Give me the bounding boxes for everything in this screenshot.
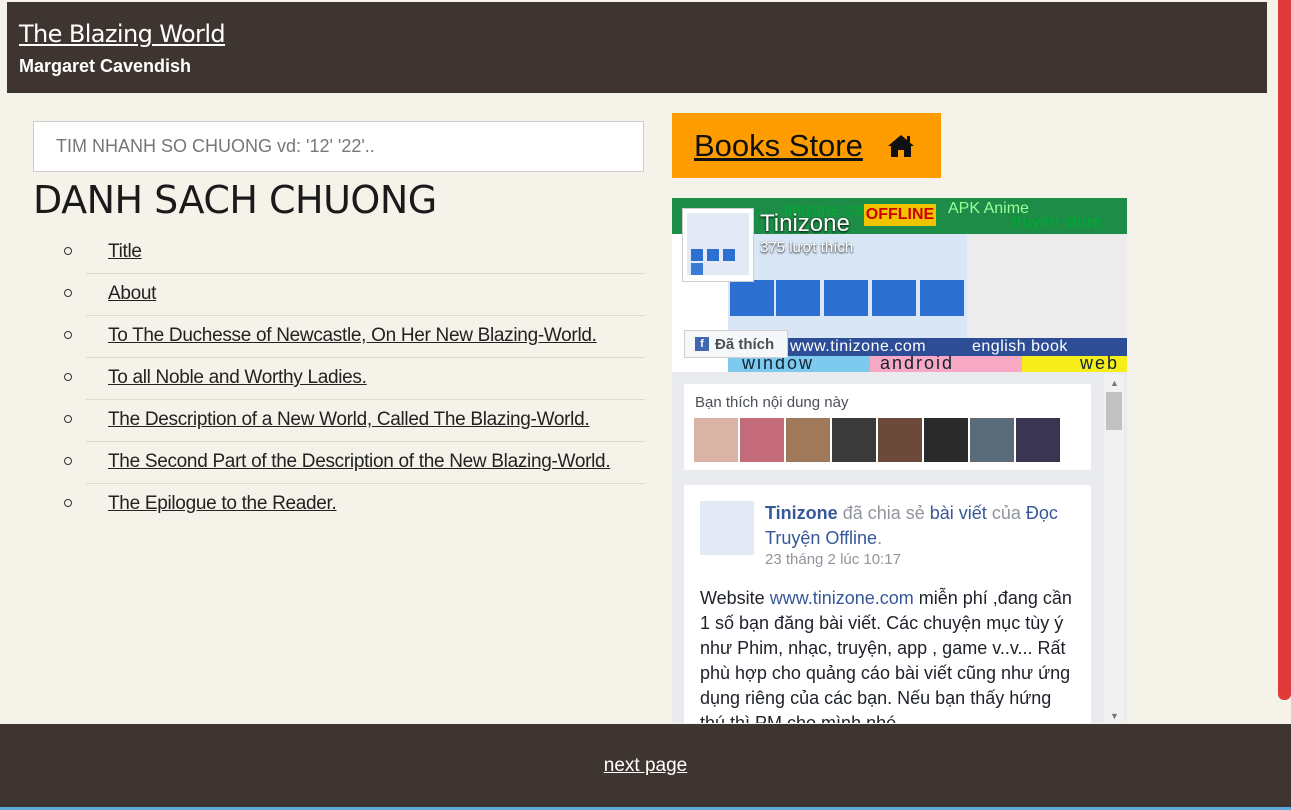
post-body-start: Website: [700, 588, 770, 608]
list-item: To all Noble and Worthy Ladies.: [64, 358, 645, 400]
site-footer: next page: [0, 724, 1291, 810]
scroll-down-icon[interactable]: ▼: [1110, 711, 1119, 721]
post-shared-link[interactable]: bài viết: [930, 503, 987, 523]
post-body-rest: miễn phí ,đang cần 1 số bạn đăng bài viế…: [700, 588, 1072, 723]
chapter-link[interactable]: To The Duchesse of Newcastle, On Her New…: [108, 325, 597, 347]
page-avatar[interactable]: [682, 208, 754, 282]
post-author-avatar[interactable]: [700, 501, 754, 555]
list-item: The Epilogue to the Reader.: [64, 484, 645, 525]
list-item: Title: [64, 232, 645, 274]
widget-scrollbar[interactable]: ▲ ▼: [1104, 374, 1124, 723]
chapter-link[interactable]: To all Noble and Worthy Ladies.: [108, 367, 367, 389]
liked-button-label: Đã thích: [715, 335, 775, 353]
chapter-link[interactable]: The Description of a New World, Called T…: [108, 409, 590, 431]
chapter-link[interactable]: The Epilogue to the Reader.: [108, 493, 337, 515]
bullet-icon: [64, 373, 72, 381]
post-shared-text: đã chia sẻ: [842, 503, 925, 523]
cover-store-text: truyện store: [1012, 212, 1102, 231]
app-tile-icon: [776, 280, 820, 316]
post-timestamp[interactable]: 23 tháng 2 lúc 10:17: [765, 551, 901, 568]
app-tile-icon: [920, 280, 964, 316]
next-page-link[interactable]: next page: [0, 755, 1291, 777]
bullet-icon: [64, 247, 72, 255]
post-period: .: [877, 528, 883, 548]
chapter-link[interactable]: Title: [108, 241, 142, 263]
cover-english-text: english book: [972, 338, 1068, 355]
chapter-link[interactable]: About: [108, 283, 156, 305]
books-store-button[interactable]: Books Store: [672, 113, 941, 178]
page-scrollbar[interactable]: [1278, 0, 1291, 700]
friend-avatar[interactable]: [924, 418, 968, 462]
facebook-page-widget: tinizone.com OFFLINE APK Anime truyện st…: [672, 198, 1127, 723]
page-name-link[interactable]: Tinizone: [760, 210, 850, 238]
chapter-list: Title About To The Duchesse of Newcastle…: [60, 232, 645, 525]
chapter-search-input[interactable]: [33, 121, 644, 172]
chapter-list-heading: DANH SACH CHUONG: [33, 178, 437, 222]
bullet-icon: [64, 457, 72, 465]
scroll-up-icon[interactable]: ▲: [1110, 378, 1119, 388]
friend-avatars: [694, 418, 1062, 462]
list-item: The Description of a New World, Called T…: [64, 400, 645, 442]
site-header: The Blazing World Margaret Cavendish: [7, 2, 1267, 93]
home-icon: [887, 134, 914, 157]
cover-web-text: web: [1080, 353, 1120, 372]
friend-avatar[interactable]: [832, 418, 876, 462]
friend-avatar[interactable]: [786, 418, 830, 462]
list-item: To The Duchesse of Newcastle, On Her New…: [64, 316, 645, 358]
post-body: Website www.tinizone.com miễn phí ,đang …: [700, 586, 1072, 723]
post-header: Tinizone đã chia sẻ bài viết của Đọc Tru…: [765, 501, 1085, 551]
post-author-link[interactable]: Tinizone: [765, 503, 838, 523]
book-title-link[interactable]: The Blazing World: [19, 20, 226, 48]
facebook-icon: f: [695, 337, 709, 351]
book-author: Margaret Cavendish: [19, 56, 192, 76]
friends-like-title: Bạn thích nội dung này: [695, 394, 849, 411]
bullet-icon: [64, 499, 72, 507]
bullet-icon: [64, 415, 72, 423]
app-tile-icon: [824, 280, 868, 316]
cover-android-text: android: [880, 353, 955, 372]
post-body-link[interactable]: www.tinizone.com: [770, 588, 914, 608]
page-post-card: Tinizone đã chia sẻ bài viết của Đọc Tru…: [684, 485, 1091, 723]
cover-window-shot: [967, 234, 1127, 338]
friend-avatar[interactable]: [740, 418, 784, 462]
books-store-label: Books Store: [694, 127, 863, 163]
list-item: The Second Part of the Description of th…: [64, 442, 645, 484]
friend-avatar[interactable]: [694, 418, 738, 462]
page-likes-count: 375 lượt thích: [760, 239, 854, 256]
cover-offline-badge: OFFLINE: [864, 204, 936, 226]
liked-button[interactable]: f Đã thích: [684, 330, 788, 358]
scroll-thumb[interactable]: [1106, 392, 1122, 430]
bullet-icon: [64, 289, 72, 297]
friend-avatar[interactable]: [970, 418, 1014, 462]
chapter-link[interactable]: The Second Part of the Description of th…: [108, 451, 611, 473]
list-item: About: [64, 274, 645, 316]
post-of-text: của: [991, 503, 1021, 523]
friends-like-card: Bạn thích nội dung này: [684, 384, 1091, 470]
friend-avatar[interactable]: [878, 418, 922, 462]
app-tile-icon: [730, 280, 774, 316]
friend-avatar[interactable]: [1016, 418, 1060, 462]
app-tile-icon: [872, 280, 916, 316]
bullet-icon: [64, 331, 72, 339]
